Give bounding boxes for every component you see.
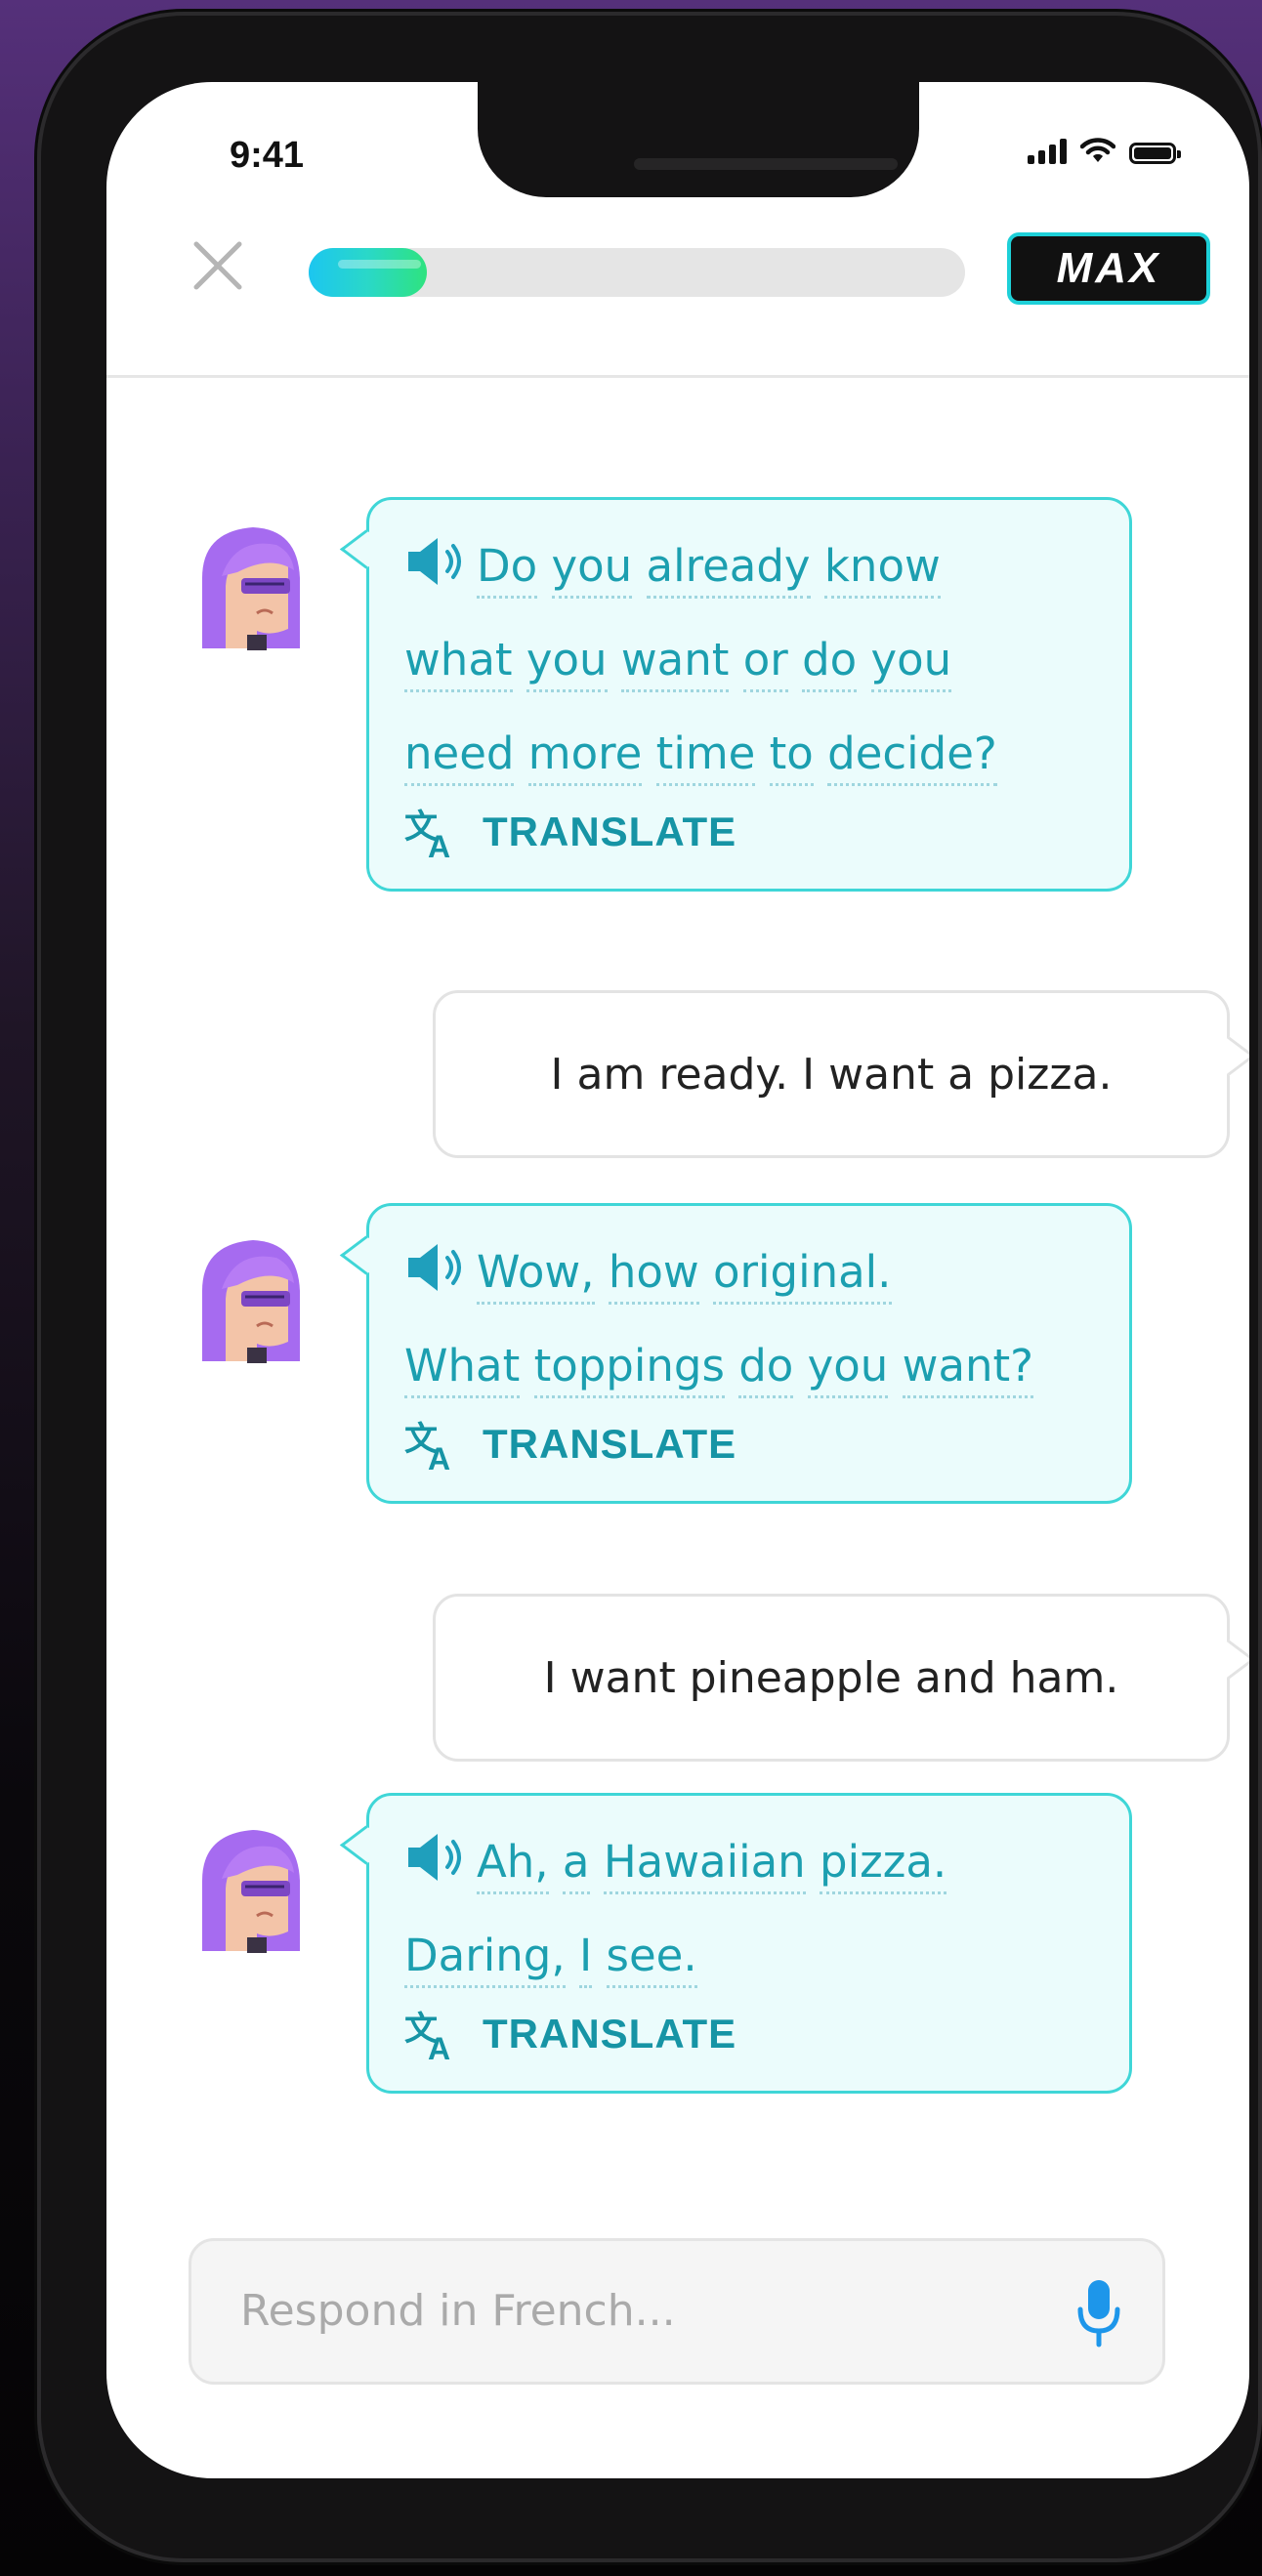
translate-label: TRANSLATE bbox=[483, 1421, 737, 1467]
microphone-icon[interactable] bbox=[1074, 2278, 1123, 2350]
tutor-message-bubble: Ah, a Hawaiian pizza. Daring, I see. 文 A … bbox=[366, 1793, 1132, 2094]
tappable-word[interactable]: you bbox=[551, 540, 633, 599]
tappable-word[interactable]: to bbox=[769, 727, 814, 786]
tappable-word[interactable]: know bbox=[823, 540, 941, 599]
user-message-bubble: I am ready. I want a pizza. bbox=[433, 990, 1230, 1158]
tappable-word[interactable]: Ah, bbox=[477, 1836, 549, 1894]
progress-fill bbox=[309, 248, 427, 297]
translate-label: TRANSLATE bbox=[483, 809, 737, 854]
tappable-word[interactable]: a bbox=[562, 1836, 590, 1894]
svg-text:A: A bbox=[428, 2031, 451, 2061]
tappable-word[interactable]: or bbox=[742, 634, 788, 692]
svg-text:A: A bbox=[428, 1441, 451, 1472]
speaker-icon[interactable] bbox=[404, 1242, 469, 1293]
tappable-word[interactable]: time bbox=[655, 727, 756, 786]
tappable-word[interactable]: Hawaiian bbox=[603, 1836, 806, 1894]
tappable-word[interactable]: what bbox=[404, 634, 513, 692]
wifi-icon bbox=[1080, 138, 1115, 162]
translate-icon: 文 A bbox=[404, 2010, 451, 2061]
tappable-word[interactable]: need bbox=[404, 727, 515, 786]
tappable-word[interactable]: pizza. bbox=[820, 1836, 947, 1894]
lesson-progress-bar bbox=[309, 248, 965, 297]
app-screen: 9:41 MAX Do you already know what you wa… bbox=[106, 82, 1249, 2478]
tappable-word[interactable]: already bbox=[646, 540, 811, 599]
tappable-word[interactable]: want bbox=[620, 634, 730, 692]
status-icons bbox=[1028, 137, 1181, 164]
tappable-word[interactable]: Do bbox=[477, 540, 538, 599]
translate-label: TRANSLATE bbox=[483, 2011, 737, 2057]
speaker-icon[interactable] bbox=[404, 1832, 469, 1883]
tutor-message-text: Ah, a Hawaiian pizza. Daring, I see. bbox=[404, 1815, 1094, 2003]
tutor-avatar bbox=[183, 1232, 314, 1363]
status-time: 9:41 bbox=[230, 135, 305, 176]
tappable-word[interactable]: Daring, bbox=[404, 1930, 566, 1988]
earpiece bbox=[634, 158, 898, 170]
tappable-word[interactable]: want? bbox=[902, 1340, 1034, 1398]
translate-button[interactable]: 文 A TRANSLATE bbox=[404, 805, 1094, 859]
tutor-avatar bbox=[183, 519, 314, 650]
tutor-avatar bbox=[183, 1822, 314, 1953]
speaker-icon[interactable] bbox=[404, 536, 469, 587]
tutor-message-text: Wow, how original. What toppings do you w… bbox=[404, 1226, 1094, 1413]
close-icon[interactable] bbox=[190, 238, 245, 293]
notch bbox=[478, 82, 919, 197]
tappable-word[interactable]: Wow, bbox=[477, 1246, 595, 1305]
tappable-word[interactable]: decide? bbox=[827, 727, 997, 786]
tappable-word[interactable]: original. bbox=[712, 1246, 892, 1305]
tappable-word[interactable]: how bbox=[608, 1246, 699, 1305]
tappable-word[interactable]: more bbox=[527, 727, 643, 786]
battery-icon bbox=[1129, 143, 1181, 164]
tutor-message-bubble: Wow, how original. What toppings do you w… bbox=[366, 1203, 1132, 1504]
user-message-bubble: I want pineapple and ham. bbox=[433, 1594, 1230, 1762]
tappable-word[interactable]: toppings bbox=[533, 1340, 725, 1398]
user-message-text: I want pineapple and ham. bbox=[543, 1652, 1119, 1703]
translate-button[interactable]: 文 A TRANSLATE bbox=[404, 2007, 1094, 2061]
translate-icon: 文 A bbox=[404, 1420, 451, 1472]
translate-button[interactable]: 文 A TRANSLATE bbox=[404, 1417, 1094, 1472]
input-placeholder: Respond in French... bbox=[240, 2286, 676, 2336]
phone-frame: 9:41 MAX Do you already know what you wa… bbox=[37, 12, 1262, 2562]
user-message-text: I am ready. I want a pizza. bbox=[550, 1049, 1113, 1100]
tutor-message-bubble: Do you already know what you want or do y… bbox=[366, 497, 1132, 892]
signal-icon bbox=[1028, 139, 1067, 164]
tappable-word[interactable]: do bbox=[738, 1340, 794, 1398]
translate-icon: 文 A bbox=[404, 808, 451, 859]
response-input[interactable]: Respond in French... bbox=[189, 2238, 1165, 2385]
tutor-message-text: Do you already know what you want or do y… bbox=[404, 519, 1094, 801]
tappable-word[interactable]: you bbox=[807, 1340, 889, 1398]
lesson-header: MAX bbox=[106, 229, 1249, 301]
tappable-word[interactable]: What bbox=[404, 1340, 521, 1398]
header-divider bbox=[106, 375, 1249, 378]
svg-text:A: A bbox=[428, 829, 451, 859]
max-badge: MAX bbox=[1011, 236, 1206, 301]
tappable-word[interactable]: you bbox=[526, 634, 608, 692]
tappable-word[interactable]: do bbox=[802, 634, 858, 692]
tappable-word[interactable]: you bbox=[870, 634, 952, 692]
tappable-word[interactable]: see. bbox=[606, 1930, 697, 1988]
tappable-word[interactable]: I bbox=[578, 1930, 593, 1988]
